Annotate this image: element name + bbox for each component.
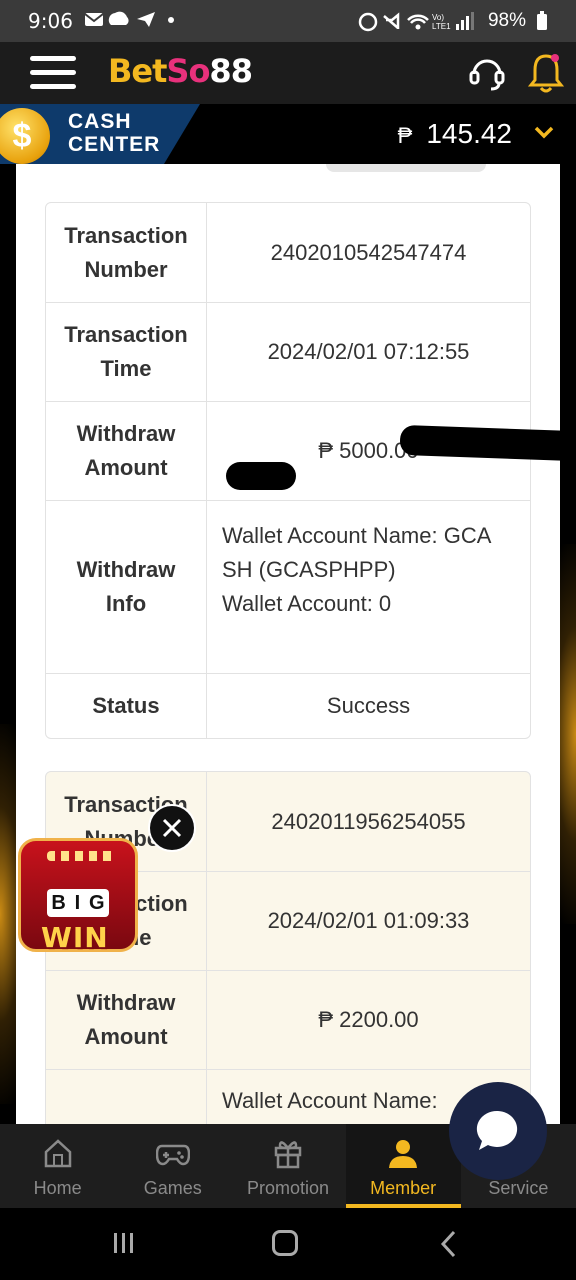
wallet-balance[interactable]: ₱ 145.42 bbox=[398, 118, 512, 150]
withdraw-amount: ₱ 2200.00 bbox=[318, 1007, 419, 1032]
wallet-account: Wallet Account: 0 bbox=[222, 591, 392, 616]
gamepad-icon bbox=[155, 1144, 190, 1166]
label-withdraw-amount: Withdraw Amount bbox=[46, 402, 207, 500]
slot-reels: BIG bbox=[47, 889, 109, 917]
status-time: 9:06 bbox=[28, 9, 73, 33]
svg-text:Vo): Vo) bbox=[432, 13, 444, 22]
transaction-number: 2402011956254055 bbox=[271, 808, 466, 834]
win-text: WIN bbox=[41, 921, 109, 954]
status-value: Success bbox=[326, 693, 411, 718]
gift-icon bbox=[274, 1141, 302, 1169]
close-icon bbox=[162, 818, 182, 838]
transaction-panel: Transaction Number 2402010542547474 Tran… bbox=[16, 164, 560, 1124]
label-withdraw-info bbox=[46, 1070, 207, 1124]
nav-promotion[interactable]: Promotion bbox=[230, 1124, 345, 1208]
status-right: Vo) LTE1 98% bbox=[358, 10, 548, 32]
close-promo-button[interactable] bbox=[148, 804, 196, 852]
label-status: Status bbox=[46, 674, 207, 738]
home-button-icon[interactable] bbox=[272, 1230, 298, 1256]
transaction-time: 2024/02/01 01:09:33 bbox=[267, 908, 470, 933]
cash-center-label[interactable]: CASH CENTER bbox=[68, 110, 160, 156]
menu-icon[interactable] bbox=[30, 54, 76, 92]
home-icon bbox=[44, 1139, 71, 1168]
status-bar: 9:06 Vo) LTE1 98% bbox=[0, 0, 576, 42]
chat-bubble-icon bbox=[476, 1110, 518, 1150]
bell-icon[interactable] bbox=[528, 50, 564, 94]
chevron-down-icon[interactable] bbox=[534, 122, 554, 142]
transaction-time: 2024/02/01 07:12:55 bbox=[267, 339, 470, 364]
table-row: Status Success bbox=[46, 673, 530, 738]
live-chat-button[interactable] bbox=[449, 1082, 547, 1180]
battery-percent: 98% bbox=[487, 10, 526, 31]
big-win-promo[interactable]: BIG WIN bbox=[18, 832, 140, 956]
nav-games[interactable]: Games bbox=[115, 1124, 230, 1208]
system-navigation-bar bbox=[0, 1208, 576, 1280]
label-transaction-time: Transaction Time bbox=[46, 303, 207, 401]
slot-machine-icon: BIG WIN bbox=[18, 838, 138, 954]
headset-icon[interactable] bbox=[468, 54, 506, 92]
nav-member[interactable]: Member bbox=[345, 1124, 461, 1208]
battery-icon bbox=[537, 11, 547, 30]
withdraw-info: Wallet Account Name: GCA SH (GCASPHPP) W… bbox=[207, 501, 530, 673]
redaction-mark bbox=[226, 462, 296, 490]
label-transaction-number: Transaction Number bbox=[46, 203, 207, 302]
table-row: Withdraw Amount ₱ 2200.00 bbox=[46, 970, 530, 1069]
label-withdraw-info: Withdraw Info bbox=[46, 501, 207, 673]
system-status-icons: Vo) LTE1 bbox=[358, 12, 474, 32]
panel-handle bbox=[326, 164, 486, 172]
svg-text:LTE1: LTE1 bbox=[432, 22, 451, 31]
back-icon[interactable] bbox=[438, 1230, 460, 1258]
table-row: Withdraw Info Wallet Account Name: GCA S… bbox=[46, 500, 530, 673]
table-row: Transaction Time 2024/02/01 07:12:55 bbox=[46, 302, 530, 401]
nav-home[interactable]: Home bbox=[0, 1124, 115, 1208]
notification-icons bbox=[84, 9, 177, 34]
betso88-logo[interactable]: BetSo88 bbox=[108, 52, 253, 90]
recent-apps-icon[interactable] bbox=[112, 1232, 136, 1254]
content-area: Transaction Number 2402010542547474 Tran… bbox=[0, 164, 576, 1124]
label-withdraw-amount: Withdraw Amount bbox=[46, 971, 207, 1069]
member-icon bbox=[389, 1140, 418, 1168]
table-row: Transaction Number 2402010542547474 bbox=[46, 203, 530, 302]
app-header: BetSo88 bbox=[0, 42, 576, 104]
wallet-account-name: Wallet Account Name: GCA SH (GCASPHPP) bbox=[222, 523, 491, 582]
transaction-number: 2402010542547474 bbox=[270, 239, 467, 265]
notification-glyphs-icon bbox=[84, 11, 174, 27]
cash-center-bar[interactable]: $ CASH CENTER ₱ 145.42 bbox=[0, 104, 576, 164]
redaction-mark bbox=[399, 424, 576, 462]
